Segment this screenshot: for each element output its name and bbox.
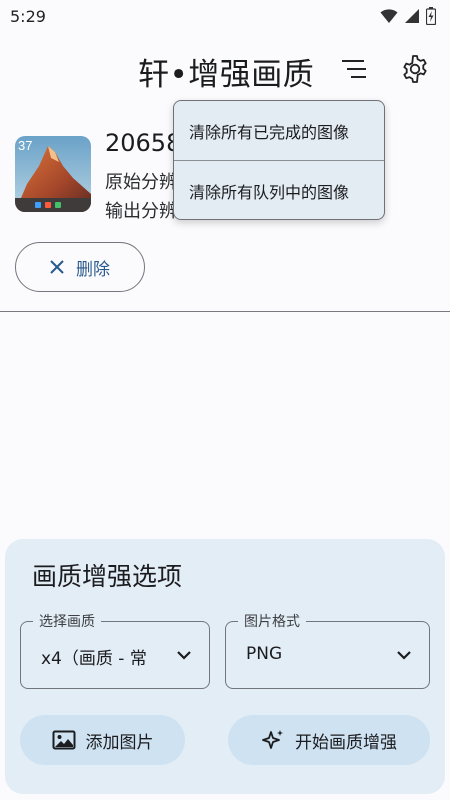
image-icon bbox=[52, 730, 75, 750]
overflow-menu: 清除所有已完成的图像 清除所有队列中的图像 bbox=[173, 100, 385, 220]
quality-select[interactable]: 选择画质 x4（画质 - 常 bbox=[20, 611, 210, 689]
status-time: 5:29 bbox=[10, 6, 46, 26]
add-image-label: 添加图片 bbox=[85, 732, 154, 753]
add-image-button[interactable]: 添加图片 bbox=[20, 715, 185, 765]
close-icon bbox=[50, 260, 64, 274]
gear-icon bbox=[403, 55, 427, 83]
start-enhance-label: 开始画质增强 bbox=[295, 732, 397, 753]
chevron-down-icon bbox=[397, 651, 411, 660]
app-bar: 轩•增强画质 bbox=[0, 40, 450, 98]
cell-signal-icon bbox=[405, 9, 419, 23]
options-title: 画质增强选项 bbox=[32, 562, 183, 591]
app-title: 轩•增强画质 bbox=[138, 57, 315, 93]
output-resolution-label: 输出分辨 bbox=[105, 201, 177, 222]
image-filename: 20658 bbox=[105, 129, 182, 157]
format-select-value: PNG bbox=[246, 644, 283, 664]
menu-button[interactable] bbox=[332, 47, 376, 91]
start-enhance-button[interactable]: 开始画质增强 bbox=[228, 715, 430, 765]
mountain-thumbnail-image: 37 bbox=[15, 136, 91, 212]
wifi-icon bbox=[380, 9, 398, 23]
menu-item-clear-completed[interactable]: 清除所有已完成的图像 bbox=[174, 101, 384, 160]
menu-item-clear-queued[interactable]: 清除所有队列中的图像 bbox=[174, 161, 384, 219]
thumbnail-badge: 37 bbox=[18, 138, 32, 153]
settings-button[interactable] bbox=[393, 47, 437, 91]
sparkle-icon bbox=[262, 730, 283, 749]
delete-label: 删除 bbox=[76, 259, 110, 280]
battery-icon bbox=[426, 7, 436, 25]
sort-menu-icon bbox=[342, 60, 366, 78]
format-select-label: 图片格式 bbox=[238, 611, 306, 631]
quality-select-label: 选择画质 bbox=[33, 611, 101, 631]
format-select[interactable]: 图片格式 PNG bbox=[225, 611, 430, 689]
enhance-options-card: 画质增强选项 选择画质 x4（画质 - 常 图片格式 PNG 添加图片 开始画质… bbox=[5, 539, 445, 794]
divider bbox=[0, 311, 450, 312]
image-thumbnail[interactable]: 37 bbox=[15, 136, 91, 212]
chevron-down-icon bbox=[177, 651, 191, 660]
original-resolution-label: 原始分辨 bbox=[105, 172, 177, 193]
status-icons bbox=[380, 7, 436, 25]
status-bar: 5:29 bbox=[0, 0, 450, 32]
delete-button[interactable]: 删除 bbox=[15, 242, 145, 292]
quality-select-value: x4（画质 - 常 bbox=[41, 649, 147, 669]
